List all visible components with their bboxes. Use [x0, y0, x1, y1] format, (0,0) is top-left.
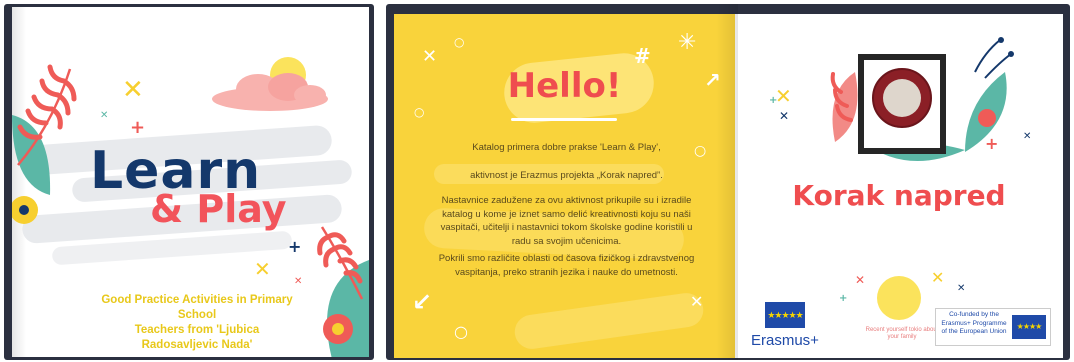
circle-icon: ○ [414, 105, 425, 119]
cross-icon: ✕ [779, 109, 790, 123]
moon-icon [877, 276, 921, 320]
plus-icon: + [288, 237, 302, 256]
cross-icon: ✕ [422, 46, 438, 67]
erasmus-label: Erasmus+ [751, 332, 819, 349]
paragraph: Nastavnice zadužene za ovu aktivnost pri… [440, 195, 693, 247]
plus-icon: + [839, 293, 848, 304]
seal-inner [883, 79, 921, 117]
seal-icon [872, 68, 932, 128]
paragraph: Katalog primera dobre prakse 'Learn & Pl… [472, 142, 661, 153]
leaf-icon [12, 64, 77, 195]
plus-icon: + [130, 117, 146, 138]
book-spread: ✕ ○ # ✳ ↗ ○ ↙ ○ ✕ ○ Hello! Katalog prime… [386, 4, 1070, 360]
cofunded-badge: Co-funded by the Erasmus+ Programme of t… [935, 308, 1051, 346]
plus-icon: + [769, 95, 778, 106]
cover-subtitle-line: Teachers from 'Ljubica [134, 324, 260, 336]
cover-subtitle-line: Radosavljevic Nada' [141, 339, 253, 351]
eu-flag-icon: ★★★★★ [765, 302, 805, 328]
cover-page: ✕ + ✕ + ✕ ✕ Learn & Play Good Practice A… [12, 7, 369, 357]
circle-icon: ○ [454, 35, 465, 49]
page-title: Korak napred [792, 179, 1006, 212]
cross-icon: ✕ [294, 276, 303, 287]
cover-subtitle: Good Practice Activities in Primary Scho… [84, 293, 310, 353]
circle-icon: ○ [454, 322, 468, 341]
cross-icon: ✕ [100, 110, 109, 121]
star-icon: ✳ [678, 30, 697, 55]
cross-icon: ✕ [122, 75, 144, 105]
plus-icon: + [985, 134, 999, 153]
cover-subtitle-line: Good Practice Activities in Primary [101, 294, 293, 306]
cross-icon: ✕ [957, 283, 966, 294]
arrow-icon: ↙ [412, 288, 433, 316]
school-logo [858, 54, 946, 154]
book-cover: ✕ + ✕ + ✕ ✕ Learn & Play Good Practice A… [4, 4, 374, 360]
cross-icon: ✕ [1023, 131, 1032, 142]
hash-icon: # [634, 44, 651, 68]
cross-icon: ✕ [690, 292, 704, 311]
small-caption: Recent yourself tokio about your family [865, 327, 939, 340]
heading-underline [511, 118, 617, 121]
cross-icon: ✕ [855, 273, 866, 287]
book-fold [716, 4, 738, 360]
cover-subtitle-line: School [177, 309, 217, 321]
eu-flag-icon: ★★★★ [1012, 315, 1046, 339]
cross-icon: ✕ [775, 84, 792, 108]
cross-icon: ✕ [254, 257, 271, 281]
cloud-sun-icon [212, 57, 328, 111]
paragraph: aktivnost je Erazmus projekta „Korak nap… [470, 170, 663, 181]
flower-icon [12, 196, 38, 224]
cofunded-text: Co-funded by the Erasmus+ Programme of t… [941, 311, 1007, 335]
flower-icon [323, 314, 353, 344]
left-page: ✕ ○ # ✳ ↗ ○ ↙ ○ ✕ ○ Hello! Katalog prime… [394, 14, 735, 358]
cover-title-play: & Play [150, 187, 287, 231]
scribble-highlight [512, 290, 706, 352]
right-page: ✕ ✕ + ✕ + Korak napred ✕ ✕ ✕ + Recent yo… [735, 14, 1063, 358]
paragraph: Pokrili smo različite oblasti od časova … [438, 253, 695, 278]
page-heading: Hello! [507, 66, 622, 106]
cross-icon: ✕ [931, 268, 945, 287]
